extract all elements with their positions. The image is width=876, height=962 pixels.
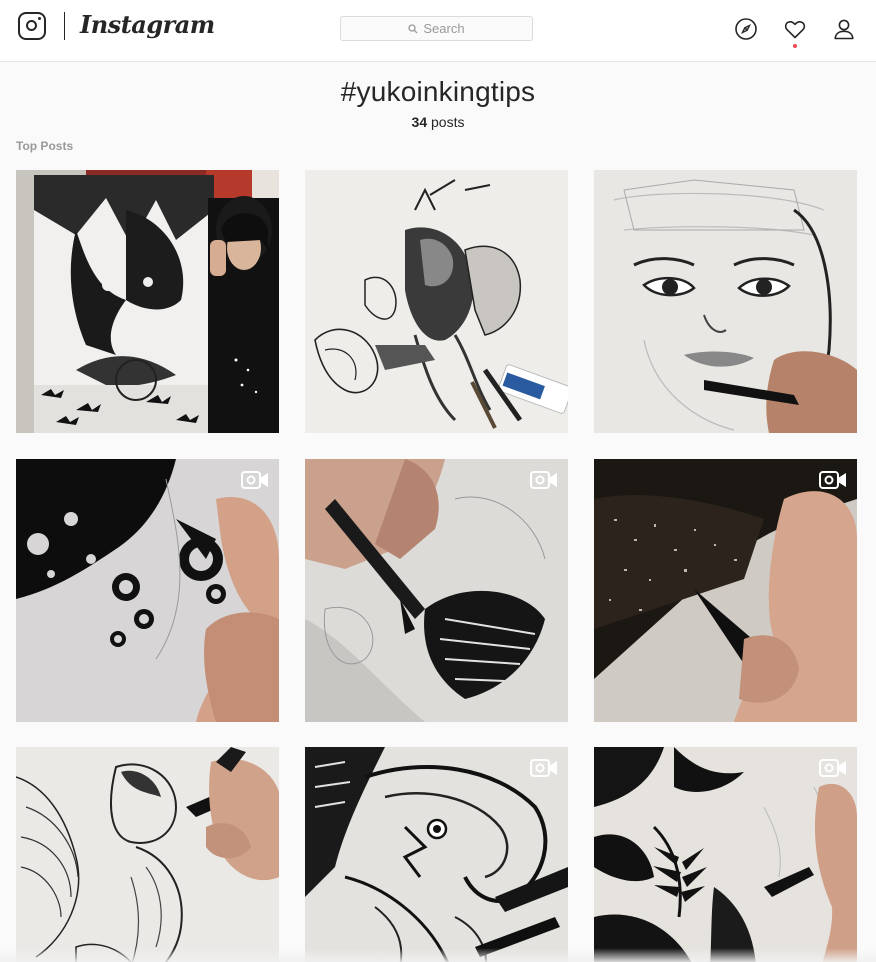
post-image <box>16 459 279 722</box>
video-icon <box>530 471 557 489</box>
post-tile[interactable] <box>305 459 568 722</box>
notification-dot <box>793 44 797 48</box>
post-tile[interactable] <box>16 170 279 433</box>
post-image <box>305 170 568 433</box>
video-icon <box>819 471 846 489</box>
post-count-suffix: posts <box>427 114 465 130</box>
magnifier-icon <box>408 23 418 33</box>
instagram-camera-icon[interactable] <box>18 12 46 40</box>
heart-icon[interactable] <box>783 17 807 41</box>
video-icon <box>819 759 846 777</box>
video-icon <box>241 471 268 489</box>
search-placeholder: Search <box>423 21 465 36</box>
post-tile[interactable] <box>305 747 568 962</box>
page-title: #yukoinkingtips <box>340 76 536 107</box>
post-count-number: 34 <box>411 114 428 130</box>
post-image <box>594 747 857 962</box>
post-image <box>16 747 279 962</box>
post-image <box>305 747 568 962</box>
post-tile[interactable] <box>305 170 568 433</box>
video-icon <box>530 759 557 777</box>
top-posts-heading: Top Posts <box>16 139 74 153</box>
post-image <box>16 170 279 433</box>
post-tile[interactable] <box>16 747 279 962</box>
post-count: 34 posts <box>0 114 876 130</box>
post-tile[interactable] <box>16 459 279 722</box>
post-image <box>305 459 568 722</box>
post-tile[interactable] <box>594 170 857 433</box>
post-image <box>594 459 857 722</box>
search-input[interactable]: Search <box>340 16 533 41</box>
post-tile[interactable] <box>594 747 857 962</box>
logo-divider <box>64 12 65 40</box>
scroll-fade <box>0 948 876 962</box>
post-tile[interactable] <box>594 459 857 722</box>
person-icon[interactable] <box>832 17 856 41</box>
compass-icon[interactable] <box>734 17 758 41</box>
post-image <box>594 170 857 433</box>
instagram-wordmark[interactable]: Instagram <box>80 10 215 39</box>
top-navigation-bar: Instagram Search <box>0 0 876 62</box>
